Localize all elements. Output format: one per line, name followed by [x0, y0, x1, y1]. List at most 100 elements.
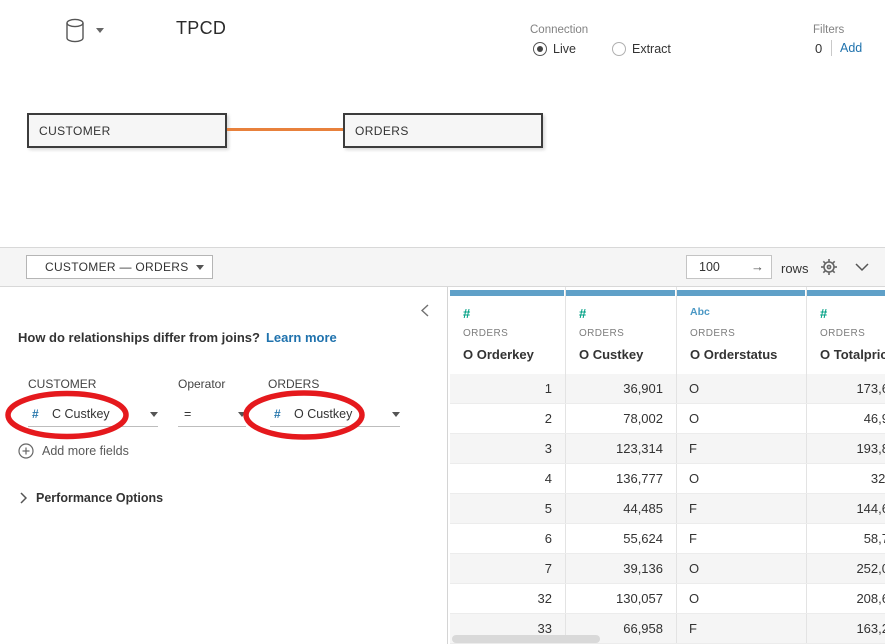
table-cell: 78,002 [566, 404, 677, 433]
column-field-label: O Orderstatus [690, 347, 806, 362]
relationship-scope-label: CUSTOMER — ORDERS [45, 260, 196, 274]
column-header-o-totalprice[interactable]: # ORDERS O Totalprice [807, 287, 885, 374]
column-header-o-orderkey[interactable]: # ORDERS O Orderkey [450, 287, 566, 374]
operator-value: = [184, 407, 238, 421]
table-cell: 55,624 [566, 524, 677, 553]
table-cell: O [677, 554, 807, 583]
filters-add-link[interactable]: Add [840, 41, 862, 55]
grid-header-row: # ORDERS O Orderkey#ORDERSO Custkey Abc ORDE… [450, 287, 885, 374]
dropdown-caret-icon [392, 412, 400, 417]
dropdown-caret-icon [150, 412, 158, 417]
editor-operator-label: Operator [178, 377, 225, 391]
table-cell: 252,0 [807, 554, 885, 583]
column-table-label: ORDERS [579, 328, 676, 339]
table-cell: 130,057 [566, 584, 677, 613]
table-cell: 2 [450, 404, 566, 433]
table-cell: O [677, 464, 807, 493]
table-cell: 208,6 [807, 584, 885, 613]
performance-options-toggle[interactable]: Performance Options [20, 491, 163, 505]
left-field-dropdown[interactable]: # C Custkey [28, 402, 158, 427]
table-cell: 123,314 [566, 434, 677, 463]
table-row: 4136,777O32, [450, 464, 885, 494]
table-row: 32130,057O208,6 [450, 584, 885, 614]
row-limit-box: → [686, 255, 772, 279]
number-type-icon: # [820, 306, 885, 321]
table-row: 544,485F144,6 [450, 494, 885, 524]
number-field-icon: # [32, 407, 44, 421]
grid-body: 136,901O173,6278,002O46,93123,314F193,84… [450, 374, 885, 644]
right-field-value: O Custkey [294, 407, 392, 421]
table-cell: 193,8 [807, 434, 885, 463]
apply-row-limit-arrow-icon[interactable]: → [751, 259, 764, 274]
table-cell: 163,2 [807, 614, 885, 643]
filters-section-label: Filters [813, 24, 844, 36]
column-field-label: O Totalprice [820, 347, 885, 362]
table-row: 278,002O46,9 [450, 404, 885, 434]
filters-divider [831, 40, 832, 56]
add-more-fields-button[interactable]: Add more fields [18, 443, 129, 459]
table-cell: O [677, 404, 807, 433]
extract-radio-option[interactable]: Extract [612, 41, 671, 56]
table-cell: 44,485 [566, 494, 677, 523]
database-menu-caret-icon[interactable] [96, 28, 104, 33]
table-cell: 39,136 [566, 554, 677, 583]
table-cell: 32, [807, 464, 885, 493]
orders-table-node[interactable]: ORDERS [343, 113, 543, 148]
table-cell: 6 [450, 524, 566, 553]
datasource-title[interactable]: TPCD [176, 18, 226, 39]
collapse-panel-chevron-icon[interactable] [421, 304, 429, 317]
relationships-question-text: How do relationships differ from joins?L… [18, 330, 337, 345]
abc-type-icon: Abc [690, 306, 806, 321]
extract-radio-label: Extract [632, 42, 671, 56]
performance-options-label: Performance Options [36, 491, 163, 505]
column-table-label: ORDERS [820, 328, 885, 339]
add-more-fields-label: Add more fields [42, 444, 129, 458]
table-cell: F [677, 434, 807, 463]
table-cell: 36,901 [566, 374, 677, 403]
column-field-label: O Orderkey [463, 347, 565, 362]
editor-left-table-label: CUSTOMER [28, 377, 96, 391]
data-preview-grid: # ORDERS O Orderkey#ORDERSO Custkey Abc ORDE… [448, 287, 885, 644]
right-field-dropdown[interactable]: # O Custkey [270, 402, 400, 427]
horizontal-scrollbar-thumb[interactable] [452, 635, 600, 643]
live-radio-icon[interactable] [533, 42, 547, 56]
number-type-icon: # [463, 306, 565, 321]
table-row: 655,624F58,7 [450, 524, 885, 554]
dropdown-caret-icon [238, 412, 246, 417]
table-cell: 46,9 [807, 404, 885, 433]
column-header-o-orderstatus[interactable]: Abc ORDERS O Orderstatus [677, 287, 807, 374]
relationship-scope-dropdown[interactable]: CUSTOMER — ORDERS [26, 255, 213, 279]
table-row: 739,136O252,0 [450, 554, 885, 584]
table-cell: 173,6 [807, 374, 885, 403]
table-cell: O [677, 584, 807, 613]
operator-dropdown[interactable]: = [178, 402, 246, 427]
table-cell: 58,7 [807, 524, 885, 553]
orders-table-label: ORDERS [355, 124, 409, 138]
column-header-o-custkey[interactable]: #ORDERSO Custkey [566, 287, 677, 374]
column-table-label: ORDERS [690, 328, 806, 339]
database-icon[interactable] [64, 17, 88, 45]
learn-more-link[interactable]: Learn more [266, 330, 337, 345]
table-cell: 136,777 [566, 464, 677, 493]
editor-right-table-label: ORDERS [268, 377, 319, 391]
plus-circle-icon [18, 443, 34, 459]
toolbar-chevron-down-icon[interactable] [855, 263, 869, 272]
live-radio-option[interactable]: Live [533, 41, 576, 56]
rows-label: rows [781, 261, 808, 276]
extract-radio-icon[interactable] [612, 42, 626, 56]
table-cell: 5 [450, 494, 566, 523]
relationship-connector-line[interactable] [227, 128, 343, 131]
live-radio-label: Live [553, 42, 576, 56]
table-row: 136,901O173,6 [450, 374, 885, 404]
column-table-label: ORDERS [463, 328, 565, 339]
row-limit-input[interactable] [687, 256, 753, 278]
table-cell: 144,6 [807, 494, 885, 523]
table-cell: F [677, 614, 807, 643]
connection-section-label: Connection [530, 24, 588, 36]
table-row: 3123,314F193,8 [450, 434, 885, 464]
grid-settings-gear-icon[interactable] [820, 258, 838, 276]
table-cell: 4 [450, 464, 566, 493]
customer-table-node[interactable]: CUSTOMER [27, 113, 227, 148]
table-cell: O [677, 374, 807, 403]
filters-count: 0 [815, 41, 822, 56]
